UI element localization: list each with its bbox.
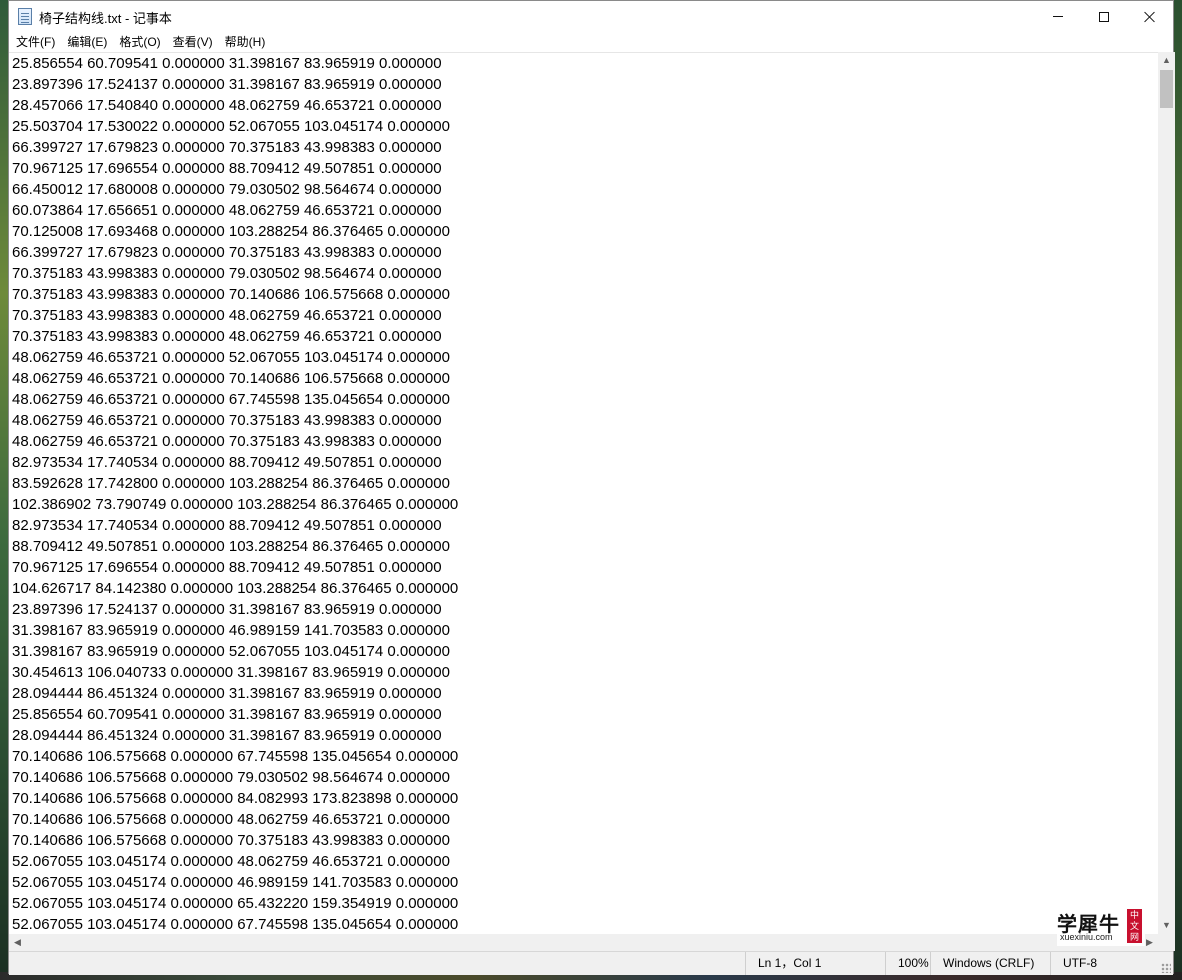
close-icon [1144, 11, 1156, 23]
text-line[interactable]: 48.062759 46.653721 0.000000 52.067055 1… [9, 347, 1158, 368]
scroll-left-arrow-icon[interactable]: ◀ [9, 934, 26, 951]
text-line[interactable]: 66.399727 17.679823 0.000000 70.375183 4… [9, 137, 1158, 158]
text-line[interactable]: 104.626717 84.142380 0.000000 103.288254… [9, 578, 1158, 599]
text-line[interactable]: 66.450012 17.680008 0.000000 79.030502 9… [9, 179, 1158, 200]
encoding: UTF-8 [1050, 952, 1175, 975]
text-line[interactable]: 88.709412 49.507851 0.000000 103.288254 … [9, 536, 1158, 557]
text-line[interactable]: 60.073864 17.656651 0.000000 48.062759 4… [9, 200, 1158, 221]
minimize-button[interactable] [1035, 1, 1081, 32]
text-line[interactable]: 102.386902 73.790749 0.000000 103.288254… [9, 494, 1158, 515]
watermark-badge: 中文网 [1127, 909, 1142, 943]
text-line[interactable]: 82.973534 17.740534 0.000000 88.709412 4… [9, 452, 1158, 473]
text-line[interactable]: 70.375183 43.998383 0.000000 48.062759 4… [9, 326, 1158, 347]
watermark-url: xuexiniu.com [1060, 932, 1113, 942]
text-line[interactable]: 70.967125 17.696554 0.000000 88.709412 4… [9, 557, 1158, 578]
cursor-position: Ln 1，Col 1 [745, 952, 885, 975]
text-line[interactable]: 66.399727 17.679823 0.000000 70.375183 4… [9, 242, 1158, 263]
text-line[interactable]: 48.062759 46.653721 0.000000 70.375183 4… [9, 431, 1158, 452]
text-line[interactable]: 48.062759 46.653721 0.000000 70.140686 1… [9, 368, 1158, 389]
text-line[interactable]: 70.375183 43.998383 0.000000 79.030502 9… [9, 263, 1158, 284]
text-line[interactable]: 83.592628 17.742800 0.000000 103.288254 … [9, 473, 1158, 494]
text-line[interactable]: 70.140686 106.575668 0.000000 48.062759 … [9, 809, 1158, 830]
scroll-up-arrow-icon[interactable]: ▲ [1158, 52, 1175, 69]
text-line[interactable]: 52.067055 103.045174 0.000000 67.745598 … [9, 914, 1158, 934]
text-line[interactable]: 25.503704 17.530022 0.000000 52.067055 1… [9, 116, 1158, 137]
line-ending: Windows (CRLF) [930, 952, 1050, 975]
text-line[interactable]: 70.140686 106.575668 0.000000 79.030502 … [9, 767, 1158, 788]
status-bar: Ln 1，Col 1 100% Windows (CRLF) UTF-8 [9, 951, 1173, 975]
text-line[interactable]: 31.398167 83.965919 0.000000 52.067055 1… [9, 641, 1158, 662]
text-line[interactable]: 52.067055 103.045174 0.000000 48.062759 … [9, 851, 1158, 872]
text-line[interactable]: 48.062759 46.653721 0.000000 67.745598 1… [9, 389, 1158, 410]
scroll-down-arrow-icon[interactable]: ▼ [1158, 917, 1175, 934]
text-line[interactable]: 23.897396 17.524137 0.000000 31.398167 8… [9, 74, 1158, 95]
menu-view[interactable]: 查看(V) [167, 32, 219, 52]
menu-help[interactable]: 帮助(H) [219, 32, 272, 52]
text-line[interactable]: 52.067055 103.045174 0.000000 46.989159 … [9, 872, 1158, 893]
text-line[interactable]: 70.140686 106.575668 0.000000 84.082993 … [9, 788, 1158, 809]
text-line[interactable]: 70.967125 17.696554 0.000000 88.709412 4… [9, 158, 1158, 179]
watermark-logo: 学犀牛 xuexiniu.com 中文网 [1057, 906, 1145, 946]
notepad-icon[interactable] [18, 8, 32, 25]
close-button[interactable] [1127, 1, 1173, 32]
text-line[interactable]: 82.973534 17.740534 0.000000 88.709412 4… [9, 515, 1158, 536]
window-title: 椅子结构线.txt - 记事本 [39, 11, 172, 26]
desktop-background-left [0, 0, 8, 980]
scrollbar-corner [1158, 934, 1175, 951]
text-line[interactable]: 70.375183 43.998383 0.000000 70.140686 1… [9, 284, 1158, 305]
menu-format[interactable]: 格式(O) [113, 32, 166, 52]
maximize-button[interactable] [1081, 1, 1127, 32]
horizontal-scrollbar[interactable]: ◀ ▶ [9, 934, 1158, 951]
text-line[interactable]: 70.140686 106.575668 0.000000 70.375183 … [9, 830, 1158, 851]
menu-bar: 文件(F) 编辑(E) 格式(O) 查看(V) 帮助(H) [9, 32, 1173, 52]
text-line[interactable]: 30.454613 106.040733 0.000000 31.398167 … [9, 662, 1158, 683]
text-line[interactable]: 25.856554 60.709541 0.000000 31.398167 8… [9, 53, 1158, 74]
text-line[interactable]: 28.094444 86.451324 0.000000 31.398167 8… [9, 725, 1158, 746]
menu-edit[interactable]: 编辑(E) [61, 32, 113, 52]
maximize-icon [1099, 11, 1109, 22]
text-line[interactable]: 70.140686 106.575668 0.000000 67.745598 … [9, 746, 1158, 767]
text-line[interactable]: 25.856554 60.709541 0.000000 31.398167 8… [9, 704, 1158, 725]
desktop-background-right [1174, 0, 1182, 980]
menu-file[interactable]: 文件(F) [10, 32, 61, 52]
vertical-scrollbar[interactable]: ▲ ▼ [1158, 52, 1175, 934]
minimize-icon [1053, 16, 1063, 17]
resize-grip-icon[interactable] [1161, 963, 1171, 973]
text-line[interactable]: 28.457066 17.540840 0.000000 48.062759 4… [9, 95, 1158, 116]
text-editor[interactable]: 25.856554 60.709541 0.000000 31.398167 8… [9, 52, 1158, 934]
text-line[interactable]: 48.062759 46.653721 0.000000 70.375183 4… [9, 410, 1158, 431]
vertical-scroll-thumb[interactable] [1160, 70, 1173, 108]
text-line[interactable]: 52.067055 103.045174 0.000000 65.432220 … [9, 893, 1158, 914]
title-bar[interactable]: 椅子结构线.txt - 记事本 [9, 1, 1173, 32]
text-line[interactable]: 70.375183 43.998383 0.000000 48.062759 4… [9, 305, 1158, 326]
text-line[interactable]: 31.398167 83.965919 0.000000 46.989159 1… [9, 620, 1158, 641]
text-line[interactable]: 28.094444 86.451324 0.000000 31.398167 8… [9, 683, 1158, 704]
text-line[interactable]: 23.897396 17.524137 0.000000 31.398167 8… [9, 599, 1158, 620]
notepad-window: 椅子结构线.txt - 记事本 文件(F) 编辑(E) 格式(O) 查看(V) … [8, 0, 1175, 975]
text-line[interactable]: 70.125008 17.693468 0.000000 103.288254 … [9, 221, 1158, 242]
